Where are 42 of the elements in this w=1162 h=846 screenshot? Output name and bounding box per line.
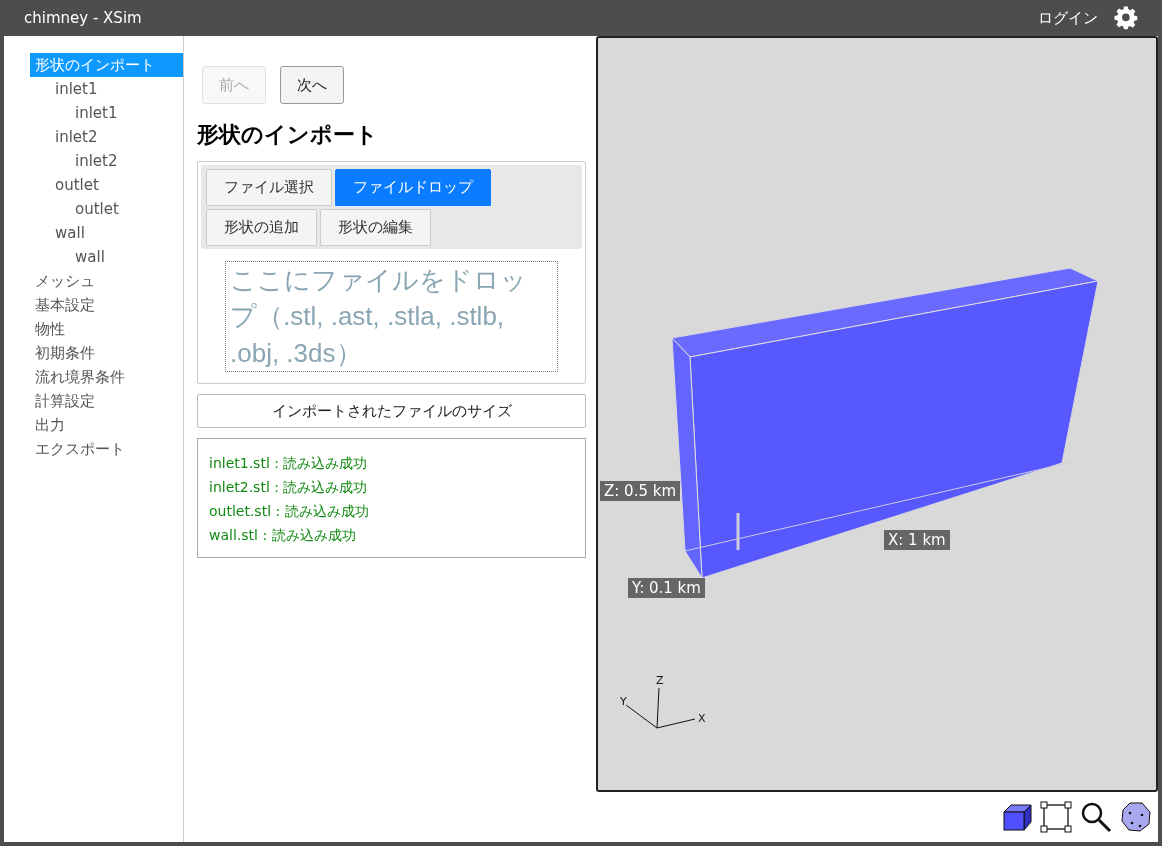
tree-item[interactable]: outlet	[30, 173, 183, 197]
tree-item[interactable]: inlet1	[30, 77, 183, 101]
tree-item[interactable]: 出力	[30, 413, 183, 437]
tree-item[interactable]: inlet2	[30, 125, 183, 149]
3d-viewport[interactable]: Z Y X Z: 0.5 km X: 1 km Y: 0.1 km	[596, 36, 1158, 792]
z-dimension-label: Z: 0.5 km	[600, 481, 681, 501]
y-dimension-label: Y: 0.1 km	[628, 578, 705, 598]
tree-item[interactable]: 流れ境界条件	[30, 365, 183, 389]
tree-item[interactable]: メッシュ	[30, 269, 183, 293]
log-line: inlet2.stl : 読み込み成功	[209, 478, 369, 498]
tree-item[interactable]: inlet1	[30, 101, 183, 125]
tree-item[interactable]: inlet2	[30, 149, 183, 173]
log-line: inlet1.stl : 読み込み成功	[209, 454, 369, 474]
tab[interactable]: ファイルドロップ	[335, 169, 491, 206]
tree-item[interactable]: 計算設定	[30, 389, 183, 413]
tree-item[interactable]: エクスポート	[30, 437, 183, 461]
nav-button[interactable]: 次へ	[280, 66, 344, 104]
page-heading: 形状のインポート	[197, 121, 379, 149]
tree-item[interactable]: 物性	[30, 317, 183, 341]
log-line: wall.stl : 読み込み成功	[209, 526, 357, 546]
tab[interactable]: 形状の編集	[320, 209, 431, 246]
axis-x-label: X	[698, 712, 706, 725]
log-line: outlet.stl : 読み込み成功	[209, 502, 370, 522]
cube-icon[interactable]	[1002, 803, 1032, 831]
polyhedron-icon[interactable]	[1120, 801, 1152, 833]
tab[interactable]: 形状の追加	[206, 209, 317, 246]
tree-item[interactable]: wall	[30, 245, 183, 269]
axis-y-label: Y	[620, 695, 627, 708]
window-title: chimney - XSim	[24, 7, 142, 29]
x-dimension-label: X: 1 km	[884, 530, 950, 550]
settings-icon[interactable]	[1114, 6, 1138, 30]
zoom-icon[interactable]	[1080, 801, 1112, 833]
tree-item[interactable]: outlet	[30, 197, 183, 221]
tree-item[interactable]: 基本設定	[30, 293, 183, 317]
axis-triad-drawing	[625, 687, 696, 729]
axis-z-label: Z	[656, 674, 664, 687]
tab[interactable]: ファイル選択	[206, 169, 332, 206]
login-link[interactable]: ログイン	[1038, 6, 1098, 30]
tree-item[interactable]: 初期条件	[30, 341, 183, 365]
tree-item[interactable]: wall	[30, 221, 183, 245]
fit-frame-icon[interactable]	[1040, 801, 1072, 833]
file-size-button[interactable]: インポートされたファイルのサイズ	[197, 394, 586, 429]
